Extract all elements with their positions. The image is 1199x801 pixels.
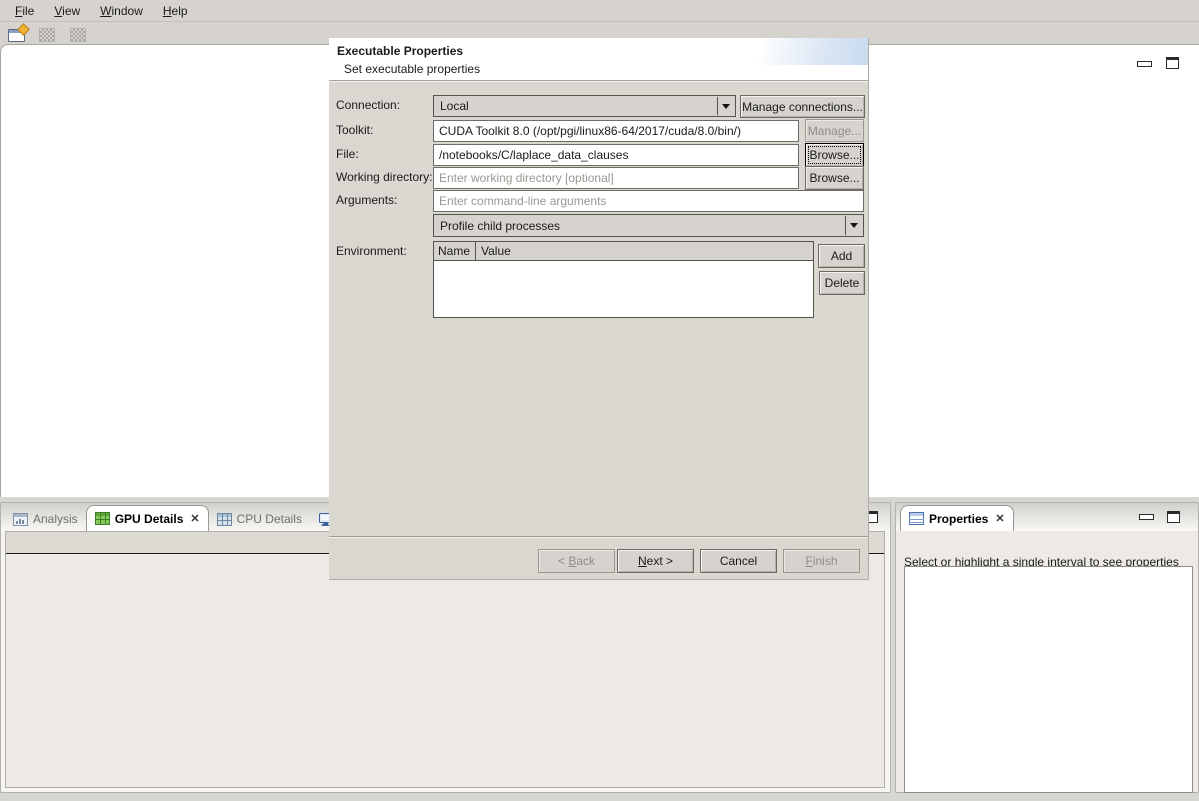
gpu-details-icon <box>95 512 110 525</box>
menu-view[interactable]: View <box>45 2 89 20</box>
properties-maximize-icon[interactable] <box>1167 511 1180 523</box>
column-header-name[interactable]: Name <box>434 242 476 260</box>
dialog-subtitle: Set executable properties <box>344 62 480 76</box>
disabled-action-icon <box>39 28 55 42</box>
environment-label: Environment: <box>336 244 407 260</box>
tab-analysis[interactable]: Analysis <box>5 507 86 531</box>
editor-minimize-icon[interactable] <box>1137 61 1152 67</box>
close-icon[interactable]: ✕ <box>995 512 1004 525</box>
environment-table-header: Name Value <box>434 242 813 261</box>
next-button[interactable]: Next > <box>617 549 694 573</box>
dialog-separator <box>329 536 868 538</box>
connection-label: Connection: <box>336 98 400 114</box>
properties-panel: Properties ✕ Select or highlight a singl… <box>895 502 1199 793</box>
browse-file-button[interactable]: Browse... <box>805 143 864 167</box>
file-label: File: <box>336 147 359 163</box>
editor-maximize-icon[interactable] <box>1166 57 1179 69</box>
environment-table[interactable]: Name Value <box>433 241 814 318</box>
tab-cpu-details[interactable]: CPU Details <box>209 507 310 531</box>
banner-gradient-art <box>668 38 868 65</box>
analysis-icon <box>13 513 28 526</box>
cancel-button[interactable]: Cancel <box>700 549 777 573</box>
arguments-field[interactable] <box>433 190 864 212</box>
properties-content: Select or highlight a single interval to… <box>896 531 1198 792</box>
chevron-down-icon[interactable] <box>845 216 862 235</box>
tab-properties[interactable]: Properties ✕ <box>900 505 1014 531</box>
close-icon[interactable]: ✕ <box>190 512 199 525</box>
new-session-icon <box>8 29 25 42</box>
executable-properties-dialog: Executable Properties Set executable pro… <box>329 38 869 580</box>
file-field[interactable] <box>433 144 799 166</box>
column-header-value[interactable]: Value <box>476 242 813 260</box>
profile-mode-combo[interactable]: Profile child processes <box>433 214 864 237</box>
toolkit-field[interactable] <box>433 120 799 142</box>
new-session-button[interactable] <box>5 25 27 45</box>
properties-empty-box <box>904 566 1193 793</box>
browse-working-directory-button[interactable]: Browse... <box>805 166 864 190</box>
delete-environment-button[interactable]: Delete <box>819 271 865 295</box>
dialog-banner: Executable Properties Set executable pro… <box>329 38 868 81</box>
manage-connections-button[interactable]: Manage connections... <box>740 95 865 118</box>
menu-help[interactable]: Help <box>154 2 197 20</box>
tab-gpu-details[interactable]: GPU Details ✕ <box>86 505 209 531</box>
manage-toolkit-button[interactable]: Manage... <box>805 119 864 142</box>
chevron-down-icon[interactable] <box>717 97 734 115</box>
disabled-toolbar-button-1[interactable] <box>36 25 58 45</box>
toolkit-label: Toolkit: <box>336 123 373 139</box>
dialog-body: Connection: Local Manage connections... … <box>329 81 868 535</box>
menu-window[interactable]: Window <box>91 2 152 20</box>
disabled-toolbar-button-2[interactable]: ... <box>67 25 89 45</box>
connection-combo[interactable]: Local <box>433 95 736 117</box>
arguments-label: Arguments: <box>336 193 397 209</box>
properties-minimize-icon[interactable] <box>1139 514 1154 520</box>
working-directory-label: Working directory: <box>336 170 432 186</box>
finish-button[interactable]: Finish <box>783 549 860 573</box>
cpu-details-icon <box>217 513 232 526</box>
properties-icon <box>909 512 924 525</box>
dialog-title: Executable Properties <box>337 44 463 58</box>
working-directory-field[interactable] <box>433 167 799 189</box>
back-button[interactable]: < Back <box>538 549 615 573</box>
menu-bar: File View Window Help <box>0 0 1199 22</box>
add-environment-button[interactable]: Add <box>818 244 865 268</box>
menu-file[interactable]: File <box>6 2 43 20</box>
